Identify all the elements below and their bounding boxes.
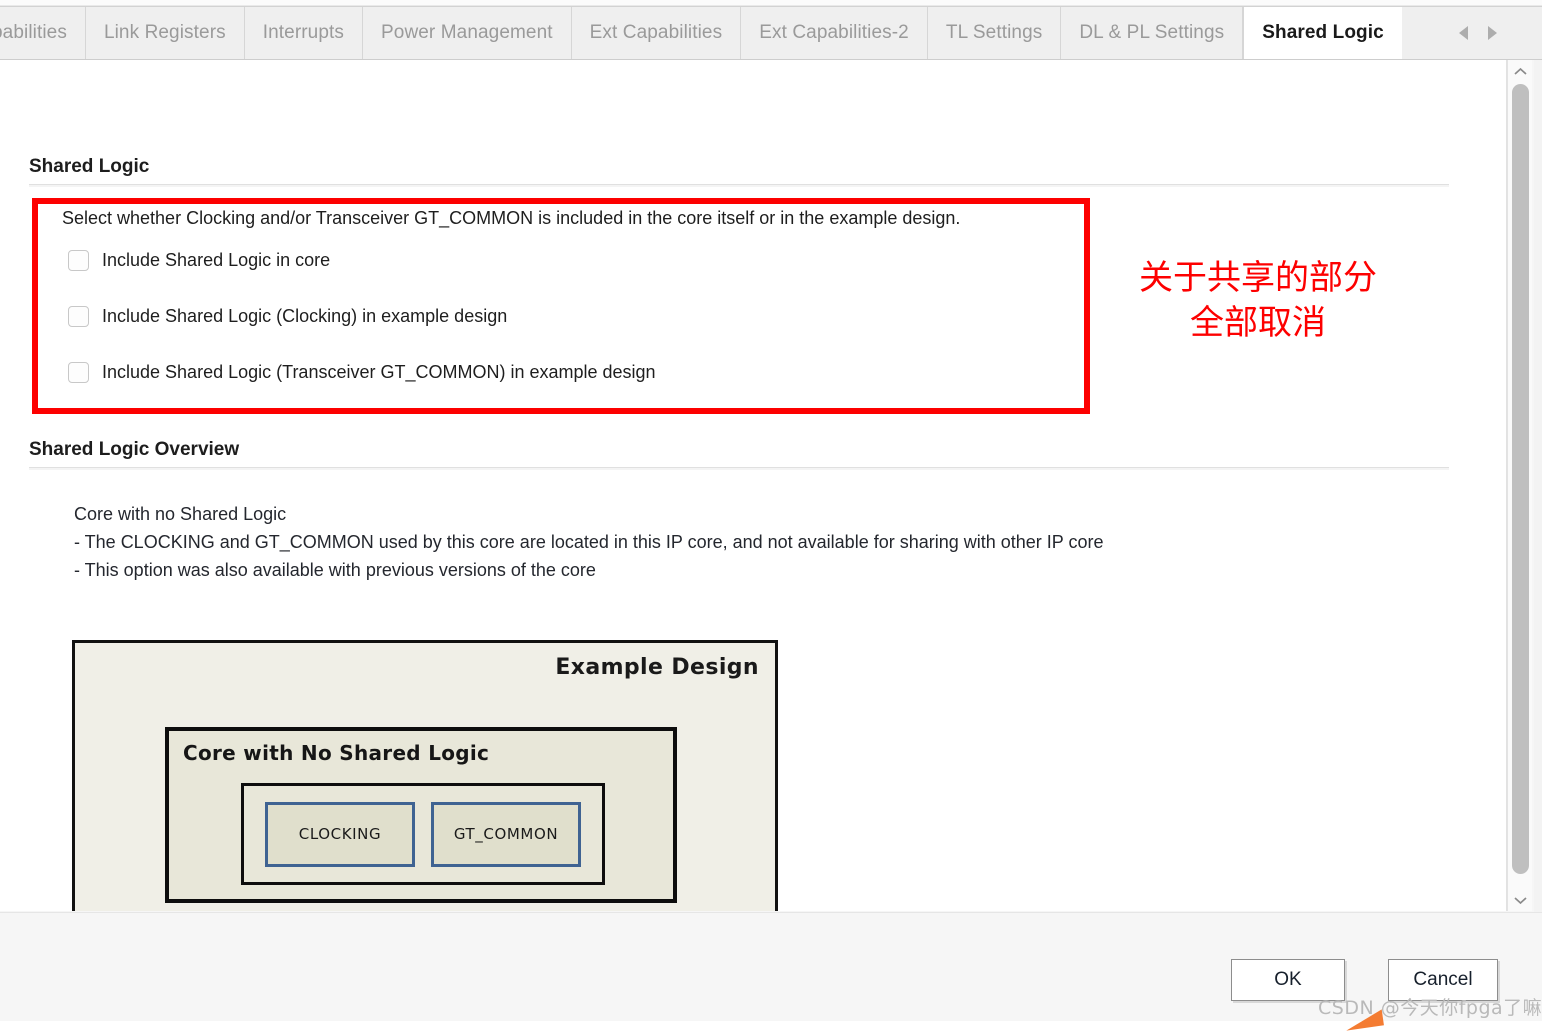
tab-ext-capabilities-clipped[interactable]: pabilities <box>0 7 86 59</box>
triangle-right-icon <box>1487 26 1497 40</box>
section-title: Shared Logic <box>29 156 150 177</box>
checkbox-icon[interactable] <box>68 362 89 383</box>
checkbox-icon[interactable] <box>68 306 89 327</box>
vertical-scrollbar[interactable] <box>1507 60 1532 911</box>
overview-heading: Core with no Shared Logic <box>74 504 287 524</box>
triangle-left-icon <box>1458 26 1468 40</box>
tab-label: Shared Logic <box>1262 22 1384 43</box>
tab-tl-settings[interactable]: TL Settings <box>928 7 1062 59</box>
section-title: Shared Logic Overview <box>29 439 240 460</box>
checkbox-include-shared-logic-clocking-example-design[interactable]: Include Shared Logic (Clocking) in examp… <box>68 306 507 327</box>
chevron-down-icon <box>1514 896 1527 904</box>
tab-link-registers[interactable]: Link Registers <box>86 7 245 59</box>
tab-ext-capabilities-2[interactable]: Ext Capabilities-2 <box>741 7 928 59</box>
core-block: Core with No Shared Logic CLOCKING GT_CO… <box>165 727 677 903</box>
tab-label: TL Settings <box>945 22 1043 43</box>
chevron-up-icon <box>1514 67 1527 75</box>
scroll-down-button[interactable] <box>1508 889 1533 911</box>
tab-dl-pl-settings[interactable]: DL & PL Settings <box>1061 7 1244 59</box>
checkbox-icon[interactable] <box>68 250 89 271</box>
tab-label: Ext Capabilities <box>589 22 723 43</box>
checkbox-include-shared-logic-in-core[interactable]: Include Shared Logic in core <box>68 250 330 271</box>
tab-list-menu-button[interactable] <box>1513 22 1528 44</box>
annotation-line-1: 关于共享的部分 <box>1139 258 1377 298</box>
scrollbar-thumb[interactable] <box>1512 84 1529 874</box>
tab-label: Interrupts <box>262 22 344 43</box>
gt-common-block: GT_COMMON <box>431 801 581 867</box>
section-divider <box>29 184 1449 187</box>
scroll-up-button[interactable] <box>1508 60 1533 82</box>
overview-bullet: - The CLOCKING and GT_COMMON used by thi… <box>74 532 1104 552</box>
tab-navigation-controls <box>1443 7 1542 59</box>
annotation-line-2: 全部取消 <box>1190 302 1326 343</box>
overview-bullet: - This option was also available with pr… <box>74 560 596 580</box>
tab-label: Ext Capabilities-2 <box>759 22 909 43</box>
tab-ext-capabilities[interactable]: Ext Capabilities <box>572 7 742 59</box>
tab-bar: pabilities Link Registers Interrupts Pow… <box>0 6 1542 60</box>
tab-scroll-right-button[interactable] <box>1484 22 1500 44</box>
checkbox-label: Include Shared Logic (Clocking) in examp… <box>102 306 508 326</box>
diagram-outer-title: Example Design <box>555 655 759 680</box>
tab-scroll-left-button[interactable] <box>1455 22 1471 44</box>
tab-shared-logic[interactable]: Shared Logic <box>1243 7 1402 59</box>
shared-logic-inner-block: CLOCKING GT_COMMON <box>241 783 605 885</box>
tab-label: DL & PL Settings <box>1079 22 1225 43</box>
tab-label: Link Registers <box>103 22 226 43</box>
overview-text-block: Core with no Shared Logic - The CLOCKING… <box>74 500 1103 584</box>
clocking-block: CLOCKING <box>265 801 415 867</box>
shared-logic-intro-text: Select whether Clocking and/or Transceiv… <box>62 208 961 228</box>
chinese-annotation: 关于共享的部分 全部取消 <box>1108 256 1408 346</box>
right-gutter <box>1534 6 1542 912</box>
shared-logic-overview-section-header: Shared Logic Overview <box>29 439 1449 470</box>
checkbox-include-shared-logic-gt-common-example-design[interactable]: Include Shared Logic (Transceiver GT_COM… <box>68 362 656 383</box>
core-block-title: Core with No Shared Logic <box>183 741 490 765</box>
dialog-footer: OK Cancel <box>0 912 1542 1021</box>
example-design-diagram: Example Design Core with No Shared Logic… <box>72 640 778 911</box>
checkbox-label: Include Shared Logic in core <box>102 250 331 270</box>
checkbox-label: Include Shared Logic (Transceiver GT_COM… <box>102 362 656 382</box>
tab-power-management[interactable]: Power Management <box>363 7 572 59</box>
section-divider <box>29 467 1449 470</box>
shared-logic-section-header: Shared Logic <box>29 156 1449 187</box>
ip-customization-dialog: pabilities Link Registers Interrupts Pow… <box>0 0 1542 1031</box>
tab-interrupts[interactable]: Interrupts <box>245 7 363 59</box>
shared-logic-page: Shared Logic Select whether Clocking and… <box>0 60 1507 911</box>
tab-label: Power Management <box>381 22 553 43</box>
tab-label: pabilities <box>0 22 67 43</box>
